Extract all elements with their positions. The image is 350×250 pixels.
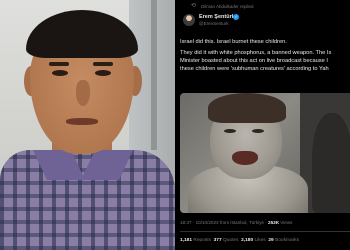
tweet-line: Minister boasted about this act on live …	[180, 58, 328, 64]
person-eye-right	[95, 70, 111, 76]
quotes-stat[interactable]: 377 Quotes	[214, 238, 239, 243]
author-avatar[interactable]	[183, 14, 195, 26]
tweet-body: Israel did this. Israel burnet these chi…	[180, 38, 350, 73]
person-eye-left	[52, 70, 68, 76]
tweet-stats: 1,181 Reposts 377 Quotes 2,180 Likes 29 …	[180, 238, 299, 243]
reposts-stat[interactable]: 1,181 Reposts	[180, 238, 211, 243]
person-hair	[26, 10, 138, 58]
person-brow-left	[49, 62, 69, 66]
tweet-line: They did it with white phosphorus, a ban…	[180, 50, 332, 56]
photo-child-eye-left	[224, 129, 236, 133]
views-label: Views	[280, 220, 293, 225]
background-beam	[151, 0, 157, 150]
photo-child-hair	[208, 93, 286, 123]
verified-badge-icon: ✓	[233, 14, 239, 20]
photo-child-mouth	[232, 151, 258, 165]
tweet-screenshot: ⟲ Dilman Abdulkader replied Erem Şentürk…	[175, 0, 350, 250]
divider	[180, 231, 350, 232]
person-mouth	[66, 118, 98, 125]
likes-stat[interactable]: 2,180 Likes	[241, 238, 266, 243]
repost-icon: ⟲	[191, 3, 197, 9]
replied-by-label: Dilman Abdulkader replied	[201, 4, 254, 9]
author-name[interactable]: Erem Şentürk	[199, 14, 235, 20]
photo-bystander	[312, 113, 350, 213]
tweet-line: these children were 'subhuman creatures'…	[180, 66, 329, 72]
tweet-meta: 18:37 · 10/10/2023 from İstanbul, Türkiy…	[180, 220, 293, 225]
bookmarks-stat[interactable]: 29 Bookmarks	[268, 238, 299, 243]
video-frame	[0, 0, 175, 250]
author-handle[interactable]: @ErenSenturk	[199, 21, 229, 26]
photo-child-eye-right	[252, 129, 264, 133]
person-nose	[76, 80, 90, 106]
views-count: 253K	[268, 220, 280, 225]
person-brow-right	[93, 62, 113, 66]
tweet-photo[interactable]	[180, 93, 350, 213]
tweet-timestamp[interactable]: 18:37 · 10/10/2023 from İstanbul, Türkiy…	[180, 220, 264, 225]
tweet-line: Israel did this. Israel burnet these chi…	[180, 39, 287, 45]
